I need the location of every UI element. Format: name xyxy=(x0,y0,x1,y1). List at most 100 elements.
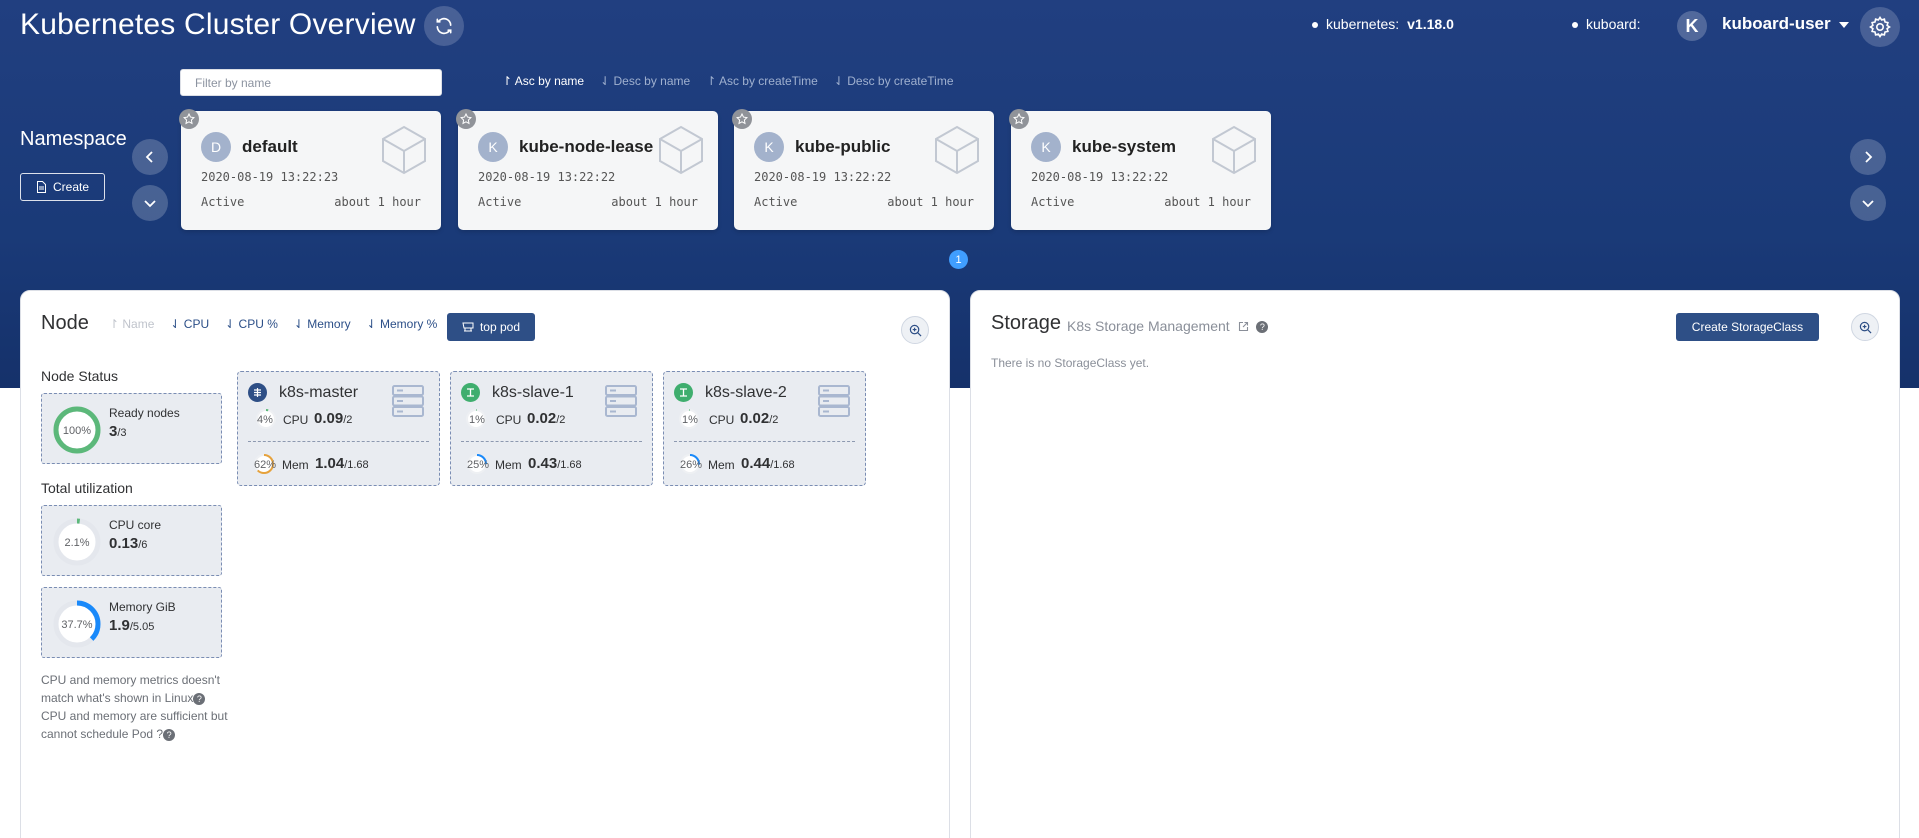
zoom-in-icon xyxy=(909,324,921,336)
namespace-name: kube-public xyxy=(795,137,891,156)
top-pod-button[interactable]: top pod xyxy=(447,313,535,341)
node-card[interactable]: k8s-master 4% CPU 0.09/2 62% Mem 1.04/1.… xyxy=(237,371,440,486)
master-node-icon xyxy=(248,383,267,402)
namespace-status: Active xyxy=(478,195,522,209)
namespace-created: 2020-08-19 13:22:22 xyxy=(754,170,892,184)
namespace-expand-button[interactable] xyxy=(132,185,168,221)
sort-desc-name[interactable]: ⇃ Desc by name xyxy=(600,74,690,88)
namespace-collapse-button[interactable] xyxy=(1850,185,1886,221)
node-name: k8s-master xyxy=(279,384,359,401)
node-name: k8s-slave-2 xyxy=(705,384,787,401)
avatar[interactable]: K xyxy=(1677,11,1707,41)
cpu-total-box: 2.1% CPU core 0.13/6 xyxy=(41,505,222,576)
cpu-value: 0.02/2 xyxy=(740,410,779,427)
namespace-prev-button[interactable] xyxy=(132,139,168,175)
mem-value: 1.04/1.68 xyxy=(315,455,369,472)
storage-subtitle-link[interactable]: K8s Storage Management ? xyxy=(1067,318,1269,334)
kubernetes-version: kubernetes: v1.18.0 xyxy=(1312,16,1454,32)
namespace-card[interactable]: K kube-system 2020-08-19 13:22:22 Active… xyxy=(1009,109,1271,230)
sort-asc-createtime[interactable]: ↾ Asc by createTime xyxy=(706,74,818,88)
settings-button[interactable] xyxy=(1860,7,1900,47)
star-icon[interactable] xyxy=(456,109,476,129)
help-icon[interactable]: ? xyxy=(1256,321,1269,334)
ready-nodes-box: 100% Ready nodes 3/3 xyxy=(41,393,222,464)
memory-ring: 37.7% xyxy=(53,600,101,648)
cpu-pct: 1% xyxy=(469,414,485,426)
user-name: kuboard-user xyxy=(1722,14,1831,33)
chevron-left-icon xyxy=(145,151,153,163)
node-sort-cpu-pct[interactable]: ⇃ CPU % xyxy=(225,317,278,331)
document-icon xyxy=(36,181,46,193)
node-sort-name[interactable]: ↾ Name xyxy=(109,317,154,331)
cube-icon xyxy=(935,125,979,175)
namespace-card[interactable]: K kube-node-lease 2020-08-19 13:22:22 Ac… xyxy=(456,109,718,230)
storage-zoom-button[interactable] xyxy=(1851,313,1879,341)
help-icon[interactable]: ? xyxy=(163,728,176,741)
node-title: Node xyxy=(41,312,89,334)
create-storageclass-button[interactable]: Create StorageClass xyxy=(1676,313,1819,341)
cpu-value: 0.02/2 xyxy=(527,410,566,427)
namespace-name: kube-node-lease xyxy=(519,137,654,156)
namespace-status: Active xyxy=(1031,195,1075,209)
node-sort-memory-pct[interactable]: ⇃ Memory % xyxy=(367,317,438,331)
memory-total-label: Memory GiB xyxy=(109,600,176,614)
divider xyxy=(674,441,855,442)
namespace-page-1[interactable]: 1 xyxy=(949,250,968,269)
namespace-status: Active xyxy=(754,195,798,209)
refresh-button[interactable] xyxy=(424,6,464,46)
node-card[interactable]: k8s-slave-2 1% CPU 0.02/2 26% Mem 0.44/1… xyxy=(663,371,866,486)
star-icon[interactable] xyxy=(179,109,199,129)
help-icon[interactable]: ? xyxy=(193,692,206,705)
caret-down-icon xyxy=(1838,21,1849,28)
server-icon xyxy=(605,385,637,417)
cpu-pct: 4% xyxy=(257,414,273,426)
namespace-created: 2020-08-19 13:22:22 xyxy=(478,170,616,184)
chevron-down-icon xyxy=(144,200,156,208)
page-title: Kubernetes Cluster Overview xyxy=(20,8,416,41)
namespace-card[interactable]: K kube-public 2020-08-19 13:22:22 Active… xyxy=(732,109,994,230)
worker-node-icon xyxy=(674,383,693,402)
kubernetes-label: kubernetes: xyxy=(1326,16,1400,32)
kuboard-label: kuboard: xyxy=(1586,16,1641,32)
cpu-pct: 1% xyxy=(682,414,698,426)
ready-value: 3/3 xyxy=(109,423,127,440)
ready-pct: 100% xyxy=(63,425,91,437)
node-zoom-button[interactable] xyxy=(901,316,929,344)
kubernetes-version-value: v1.18.0 xyxy=(1407,16,1454,32)
storage-title: Storage xyxy=(991,312,1062,334)
cube-icon xyxy=(382,125,426,175)
namespace-letter: K xyxy=(1031,132,1061,162)
ready-ring: 100% xyxy=(53,406,101,454)
namespace-filter-input[interactable] xyxy=(180,69,442,96)
chevron-right-icon xyxy=(1865,151,1873,163)
namespace-letter: D xyxy=(201,132,231,162)
star-icon[interactable] xyxy=(732,109,752,129)
mem-label: Mem xyxy=(495,458,522,472)
namespace-card[interactable]: D default 2020-08-19 13:22:23 Active abo… xyxy=(179,109,441,230)
memory-total-value: 1.9/5.05 xyxy=(109,617,155,634)
cube-icon xyxy=(659,125,703,175)
sort-asc-name[interactable]: ↾ Asc by name xyxy=(502,74,584,88)
kuboard-version: kuboard: xyxy=(1572,16,1640,32)
user-menu[interactable]: kuboard-user xyxy=(1722,14,1849,34)
mem-label: Mem xyxy=(282,458,309,472)
namespace-name: default xyxy=(242,137,298,156)
star-icon[interactable] xyxy=(1009,109,1029,129)
node-name: k8s-slave-1 xyxy=(492,384,574,401)
node-sort-cpu[interactable]: ⇃ CPU xyxy=(170,317,209,331)
cpu-value: 0.09/2 xyxy=(314,410,353,427)
namespace-letter: K xyxy=(478,132,508,162)
sort-desc-createtime[interactable]: ⇃ Desc by createTime xyxy=(834,74,954,88)
node-panel: Node ↾ Name ⇃ CPU ⇃ CPU % ⇃ Memory ⇃ Mem… xyxy=(20,290,950,838)
namespace-age: about 1 hour xyxy=(611,195,698,209)
node-card[interactable]: k8s-slave-1 1% CPU 0.02/2 25% Mem 0.43/1… xyxy=(450,371,653,486)
gear-icon xyxy=(1869,16,1891,38)
memory-total-pct: 37.7% xyxy=(61,619,92,631)
create-namespace-button[interactable]: Create xyxy=(20,173,105,201)
namespace-next-button[interactable] xyxy=(1850,139,1886,175)
refresh-icon xyxy=(436,17,452,35)
total-utilization-title: Total utilization xyxy=(41,480,133,496)
cpu-label: CPU xyxy=(496,413,522,427)
storage-empty-text: There is no StorageClass yet. xyxy=(991,356,1150,370)
node-sort-memory[interactable]: ⇃ Memory xyxy=(294,317,351,331)
